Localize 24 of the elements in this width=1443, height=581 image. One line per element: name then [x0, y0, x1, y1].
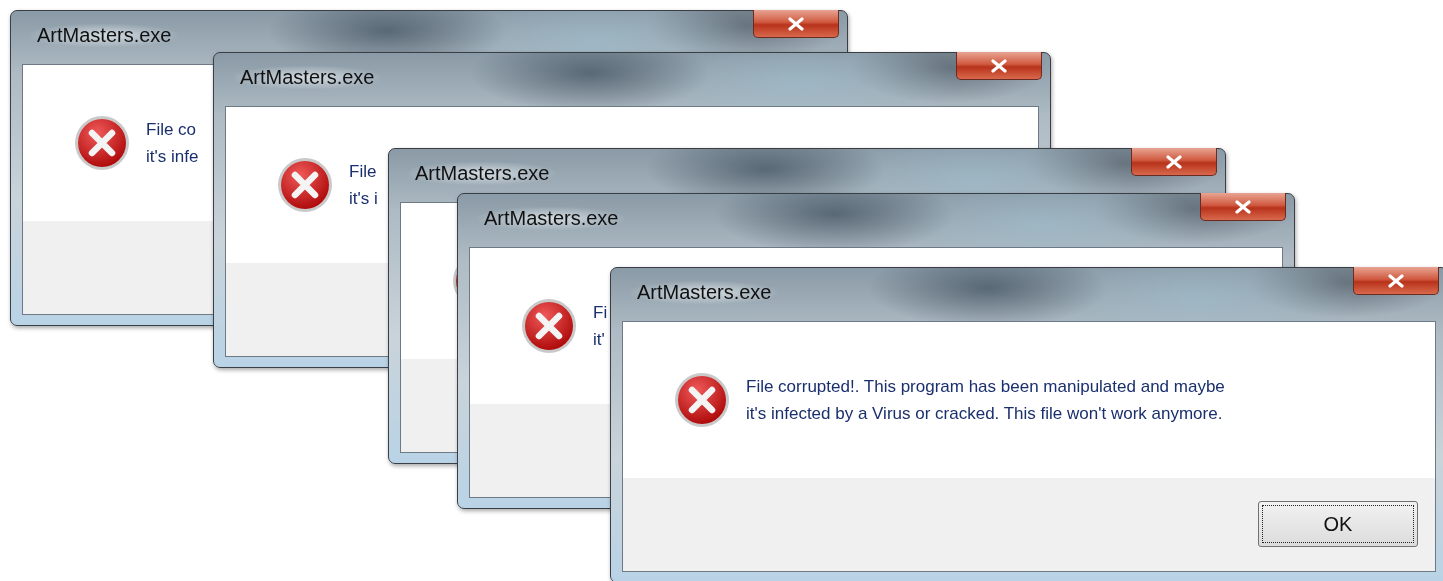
window-title: ArtMasters.exe: [631, 281, 778, 304]
close-icon: [1387, 273, 1405, 288]
error-icon: [520, 297, 578, 355]
error-message: File co it's infe: [146, 119, 199, 168]
close-icon: [1234, 199, 1252, 214]
window-title: ArtMasters.exe: [409, 162, 556, 185]
error-message: File corrupted!. This program has been manipulated and maybe it's infected by a Virus or cracked. This file won't work anymore.: [746, 376, 1225, 425]
window-title: ArtMasters.exe: [234, 66, 381, 89]
close-icon: [787, 16, 805, 31]
close-button[interactable]: [1131, 148, 1217, 176]
error-message: Fi it': [593, 302, 608, 351]
close-icon: [1165, 154, 1183, 169]
close-button[interactable]: [753, 10, 839, 38]
window-title: ArtMasters.exe: [478, 207, 625, 230]
close-icon: [990, 58, 1008, 73]
window-title: ArtMasters.exe: [31, 24, 178, 47]
error-icon: [673, 371, 731, 429]
close-button[interactable]: [1200, 193, 1286, 221]
error-icon: [276, 156, 334, 214]
error-icon: [73, 114, 131, 172]
ok-button[interactable]: OK: [1258, 501, 1418, 547]
close-button[interactable]: [956, 52, 1042, 80]
error-message: File it's i: [349, 161, 378, 210]
close-button[interactable]: [1353, 267, 1439, 295]
